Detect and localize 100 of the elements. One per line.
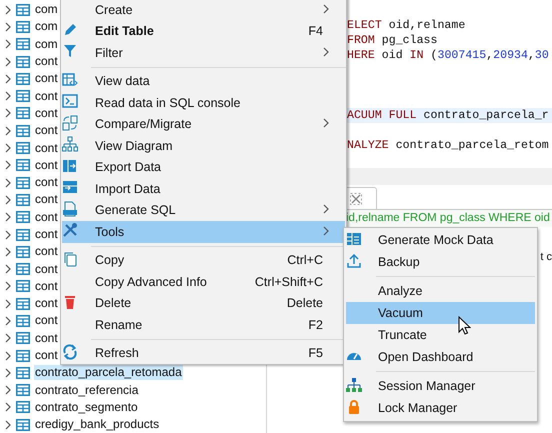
menu-item[interactable]: Session Manager: [346, 375, 535, 397]
code-line: HERE oid IN (3007415,20934,30: [347, 48, 550, 63]
menu-item[interactable]: Analyze: [346, 280, 535, 302]
menu-item[interactable]: Tools: [62, 221, 345, 242]
tree-item[interactable]: cont: [34, 330, 59, 346]
menu-item[interactable]: Read data in SQL console: [62, 92, 345, 114]
menu-item[interactable]: Compare/Migrate: [62, 114, 345, 135]
query-text: id,relname FROM pg_class WHERE oid: [346, 212, 550, 224]
table-icon: [16, 350, 30, 362]
table-icon: [16, 56, 30, 68]
table-icon: [16, 72, 30, 85]
menu-item[interactable]: Copy Ctrl+C: [62, 250, 345, 271]
table-icon: [16, 211, 30, 224]
table-icon: [16, 418, 30, 431]
tree-item[interactable]: cont: [34, 158, 59, 173]
menu-item[interactable]: Filter: [62, 42, 345, 64]
tree-item[interactable]: cont: [34, 244, 59, 260]
code-line: NALYZE contrato_parcela_retom: [347, 138, 550, 153]
table-icon: [16, 263, 30, 276]
tree-item[interactable]: cont: [34, 313, 59, 328]
tree-item[interactable]: contrato_referencia: [34, 382, 140, 398]
tree-item[interactable]: credigy_bank_products: [34, 417, 160, 432]
table-icon: [16, 384, 30, 396]
table-icon: [16, 228, 30, 240]
gauge-icon: [346, 352, 362, 361]
close-icon[interactable]: [350, 192, 362, 204]
menu-item[interactable]: Export Data: [62, 156, 345, 178]
filter-icon: [62, 43, 78, 60]
table-icon: [16, 332, 30, 344]
tree-item[interactable]: cont: [34, 106, 59, 121]
table-icon: [16, 246, 30, 258]
menu-item[interactable]: Backup: [346, 251, 535, 273]
output-text: t c: [540, 251, 552, 263]
hierarchy-icon: [346, 376, 362, 392]
table-icon: [16, 142, 30, 154]
menu-item[interactable]: Import Data: [62, 178, 345, 200]
tree-item[interactable]: cont: [34, 348, 59, 364]
menu-item[interactable]: Delete Delete: [62, 292, 345, 314]
menu-item[interactable]: Copy Advanced Info Ctrl+Shift+C: [62, 271, 345, 292]
compare-icon: [62, 114, 78, 131]
menu-item[interactable]: View Diagram: [62, 135, 345, 156]
tree-item[interactable]: cont: [34, 192, 59, 208]
copy-icon: [62, 250, 78, 267]
tree-item[interactable]: cont: [34, 140, 59, 156]
table-icon: [16, 20, 30, 33]
diagram-icon: [62, 136, 78, 152]
terminal-icon: [62, 93, 78, 110]
menu-item[interactable]: Edit Table F4: [62, 20, 345, 42]
tree-item[interactable]: cont: [34, 262, 59, 277]
table-icon: [16, 280, 30, 292]
tree-item[interactable]: cont: [34, 123, 59, 138]
menu-item[interactable]: Vacuum: [346, 302, 535, 324]
tree-item[interactable]: cont: [34, 175, 59, 190]
table-icon: [16, 314, 30, 327]
menu-item[interactable]: Open Dashboard: [346, 346, 535, 368]
table-icon: [16, 107, 30, 120]
table-icon: [16, 298, 30, 310]
menu-item[interactable]: Generate SQL: [62, 200, 345, 221]
menu-item[interactable]: Lock Manager: [346, 397, 535, 419]
code-line: ELECT oid,relname: [347, 18, 466, 33]
tools-icon: [62, 222, 78, 238]
menu-item[interactable]: Create: [62, 0, 345, 20]
table-icon: [16, 38, 30, 50]
export-icon: [62, 158, 78, 174]
tree-item[interactable]: cont: [34, 88, 59, 104]
table-icon: [16, 4, 30, 16]
lock-icon: [346, 398, 362, 414]
upload-icon: [346, 252, 362, 268]
tree-item[interactable]: cont: [34, 54, 59, 70]
tree-item[interactable]: cont: [34, 210, 59, 225]
tree-item[interactable]: cont: [34, 71, 59, 86]
tree-item[interactable]: com: [34, 36, 59, 52]
table-icon: [16, 90, 30, 102]
tree-item[interactable]: contrato_parcela_retomada: [34, 365, 183, 380]
tree-item[interactable]: contrato_segmento: [34, 400, 139, 415]
menu-item[interactable]: Generate Mock Data: [346, 229, 535, 251]
table-icon: [16, 401, 30, 414]
table-view-icon: [62, 72, 78, 88]
sql-file-icon: [62, 200, 78, 217]
trash-icon: [62, 294, 78, 310]
tree-item[interactable]: com: [34, 19, 59, 34]
tree-item[interactable]: com: [34, 2, 59, 18]
import-icon: [62, 179, 78, 196]
menu-item[interactable]: Refresh F5: [62, 342, 345, 364]
mouse-pointer-icon: [458, 316, 471, 335]
table-icon: [16, 159, 30, 172]
pencil-icon: [62, 22, 78, 38]
tree-item[interactable]: cont: [34, 296, 59, 312]
menu-item[interactable]: View data: [62, 70, 345, 92]
refresh-icon: [62, 344, 78, 360]
tree-item[interactable]: cont: [34, 227, 59, 242]
table-icon: [16, 194, 30, 206]
table-icon: [16, 176, 30, 189]
code-line: FROM pg_class: [347, 33, 438, 48]
menu-item[interactable]: Truncate: [346, 324, 535, 346]
table-icon: [16, 124, 30, 137]
tree-item[interactable]: cont: [34, 278, 59, 294]
table-icon: [346, 230, 362, 246]
table-icon: [16, 366, 30, 379]
menu-item[interactable]: Rename F2: [62, 314, 345, 336]
